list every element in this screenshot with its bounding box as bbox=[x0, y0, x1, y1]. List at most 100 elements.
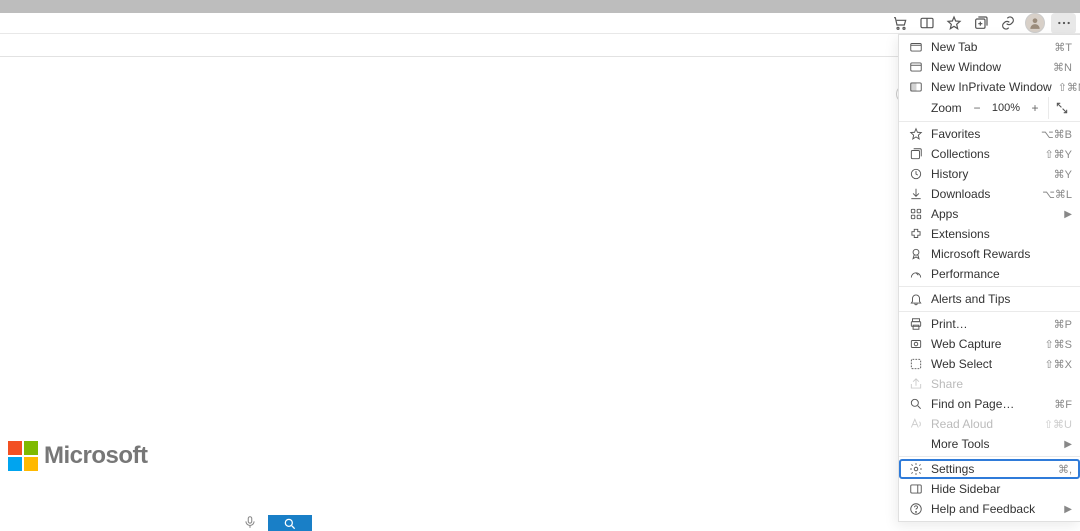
select-icon bbox=[907, 355, 925, 373]
split-screen-icon[interactable] bbox=[913, 13, 940, 34]
menu-label: Find on Page… bbox=[931, 397, 1048, 411]
menu-group-alerts: Alerts and Tips bbox=[899, 287, 1080, 312]
download-icon bbox=[907, 185, 925, 203]
rewards-icon bbox=[907, 245, 925, 263]
menu-apps[interactable]: Apps ▶ bbox=[899, 204, 1080, 224]
menu-label: Apps bbox=[931, 207, 1058, 221]
menu-new-tab[interactable]: New Tab ⌘T bbox=[899, 37, 1080, 57]
menu-label: New Window bbox=[931, 60, 1047, 74]
menu-help[interactable]: Help and Feedback ▶ bbox=[899, 499, 1080, 519]
share-icon bbox=[907, 375, 925, 393]
collections-icon bbox=[907, 145, 925, 163]
menu-shortcut: ⌘, bbox=[1058, 463, 1072, 476]
apps-icon bbox=[907, 205, 925, 223]
microsoft-wordmark: Microsoft bbox=[44, 442, 148, 470]
menu-performance[interactable]: Performance bbox=[899, 264, 1080, 284]
menu-collections[interactable]: Collections ⇧⌘Y bbox=[899, 144, 1080, 164]
menu-shortcut: ⌘N bbox=[1053, 61, 1072, 74]
browser-chrome-bg bbox=[0, 0, 1080, 13]
menu-label: Hide Sidebar bbox=[931, 482, 1072, 496]
menu-history[interactable]: History ⌘Y bbox=[899, 164, 1080, 184]
menu-new-window[interactable]: New Window ⌘N bbox=[899, 57, 1080, 77]
menu-shortcut: ⇧⌘Y bbox=[1044, 148, 1072, 161]
microsoft-tiles-icon bbox=[8, 441, 38, 471]
fullscreen-button[interactable] bbox=[1048, 97, 1074, 119]
menu-label: Print… bbox=[931, 317, 1048, 331]
menu-shortcut: ⇧⌘N bbox=[1058, 81, 1080, 94]
search-button[interactable] bbox=[268, 515, 312, 531]
menu-shortcut: ⇧⌘S bbox=[1044, 338, 1072, 351]
zoom-value: 100% bbox=[988, 102, 1024, 114]
find-icon bbox=[907, 395, 925, 413]
profile-avatar[interactable] bbox=[1025, 13, 1045, 33]
menu-read-aloud: Read Aloud ⇧⌘U bbox=[899, 414, 1080, 434]
menu-extensions[interactable]: Extensions bbox=[899, 224, 1080, 244]
star-icon bbox=[907, 125, 925, 143]
bell-icon bbox=[907, 290, 925, 308]
menu-shortcut: ⇧⌘U bbox=[1044, 418, 1072, 431]
menu-settings[interactable]: Settings ⌘, bbox=[899, 459, 1080, 479]
menu-label: Microsoft Rewards bbox=[931, 247, 1072, 261]
menu-shortcut: ⌘F bbox=[1054, 398, 1072, 411]
menu-label: Read Aloud bbox=[931, 417, 1038, 431]
menu-more-tools[interactable]: More Tools ▶ bbox=[899, 434, 1080, 454]
menu-group-tools: Print… ⌘P Web Capture ⇧⌘S Web Select ⇧⌘X… bbox=[899, 312, 1080, 457]
zoom-label: Zoom bbox=[929, 101, 962, 115]
menu-web-select[interactable]: Web Select ⇧⌘X bbox=[899, 354, 1080, 374]
chevron-right-icon: ▶ bbox=[1064, 209, 1072, 220]
menu-label: Web Capture bbox=[931, 337, 1038, 351]
sidebar-icon bbox=[907, 480, 925, 498]
browser-toolbar bbox=[0, 13, 1080, 34]
menu-group-lib: Favorites ⌥⌘B Collections ⇧⌘Y History ⌘Y… bbox=[899, 122, 1080, 287]
menu-label: Favorites bbox=[931, 127, 1035, 141]
menu-favorites[interactable]: Favorites ⌥⌘B bbox=[899, 124, 1080, 144]
menu-shortcut: ⌥⌘L bbox=[1042, 188, 1072, 201]
collections-icon[interactable] bbox=[967, 13, 994, 34]
microsoft-logo: Microsoft bbox=[8, 441, 148, 471]
read-aloud-icon bbox=[907, 415, 925, 433]
menu-label: Alerts and Tips bbox=[931, 292, 1072, 306]
menu-label: Downloads bbox=[931, 187, 1036, 201]
copy-link-icon[interactable] bbox=[994, 13, 1021, 34]
capture-icon bbox=[907, 335, 925, 353]
menu-label: Collections bbox=[931, 147, 1038, 161]
menu-shortcut: ⌘P bbox=[1054, 318, 1072, 331]
performance-icon bbox=[907, 265, 925, 283]
chevron-right-icon: ▶ bbox=[1064, 439, 1072, 450]
more-menu-button[interactable] bbox=[1051, 13, 1076, 34]
zoom-out-button[interactable]: − bbox=[966, 97, 988, 119]
menu-label: Share bbox=[931, 377, 1072, 391]
shopping-icon[interactable] bbox=[886, 13, 913, 34]
menu-zoom-row: Zoom − 100% + bbox=[899, 97, 1080, 119]
menu-shortcut: ⌘Y bbox=[1054, 168, 1072, 181]
window-icon bbox=[907, 58, 925, 76]
favorites-star-icon[interactable] bbox=[940, 13, 967, 34]
menu-label: New InPrivate Window bbox=[931, 80, 1052, 94]
voice-search-button[interactable] bbox=[232, 515, 268, 531]
menu-find[interactable]: Find on Page… ⌘F bbox=[899, 394, 1080, 414]
menu-downloads[interactable]: Downloads ⌥⌘L bbox=[899, 184, 1080, 204]
chevron-right-icon: ▶ bbox=[1064, 504, 1072, 515]
menu-label: Extensions bbox=[931, 227, 1072, 241]
menu-group-settings: Settings ⌘, Hide Sidebar Help and Feedba… bbox=[899, 457, 1080, 521]
print-icon bbox=[907, 315, 925, 333]
menu-alerts[interactable]: Alerts and Tips bbox=[899, 289, 1080, 309]
menu-print[interactable]: Print… ⌘P bbox=[899, 314, 1080, 334]
menu-new-inprivate[interactable]: New InPrivate Window ⇧⌘N bbox=[899, 77, 1080, 97]
zoom-in-button[interactable]: + bbox=[1024, 97, 1046, 119]
help-icon bbox=[907, 500, 925, 518]
menu-label: Settings bbox=[931, 462, 1052, 476]
menu-shortcut: ⌘T bbox=[1054, 41, 1072, 54]
menu-hide-sidebar[interactable]: Hide Sidebar bbox=[899, 479, 1080, 499]
menu-share: Share bbox=[899, 374, 1080, 394]
menu-label: History bbox=[931, 167, 1048, 181]
extensions-icon bbox=[907, 225, 925, 243]
menu-label: Help and Feedback bbox=[931, 502, 1058, 516]
menu-web-capture[interactable]: Web Capture ⇧⌘S bbox=[899, 334, 1080, 354]
inprivate-icon bbox=[907, 78, 925, 96]
menu-shortcut: ⌥⌘B bbox=[1041, 128, 1072, 141]
menu-rewards[interactable]: Microsoft Rewards bbox=[899, 244, 1080, 264]
menu-label: Performance bbox=[931, 267, 1072, 281]
menu-shortcut: ⇧⌘X bbox=[1044, 358, 1072, 371]
history-icon bbox=[907, 165, 925, 183]
